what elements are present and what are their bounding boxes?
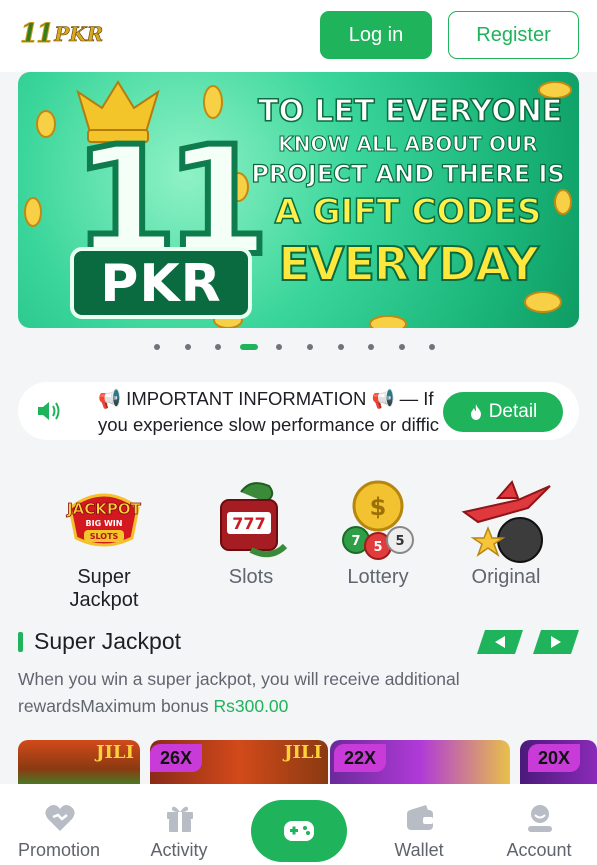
carousel-dot[interactable] [429,344,436,350]
category-label: Lottery [347,566,409,588]
nav-promotion[interactable]: Promotion [0,784,118,865]
carousel-dot[interactable] [184,344,191,350]
site-logo[interactable]: 11 PKR [19,18,104,50]
multiplier-badge: 22X [334,744,387,772]
nav-account[interactable]: Account [480,784,597,865]
detail-label: Detail [488,401,538,422]
nav-label: Activity [150,840,208,860]
multiplier-badge: 20X [528,744,581,772]
game-tile[interactable]: 26X JILI [150,740,328,788]
lottery-ball-3: 5 [395,534,404,549]
promotion-icon [45,805,75,831]
nav-label: Wallet [394,840,444,860]
carousel-dot[interactable] [368,344,375,350]
carousel-dot[interactable] [337,344,344,350]
carousel-dot[interactable] [154,344,160,350]
carousel-dot-active[interactable] [239,344,258,350]
logo-text: PKR [54,22,104,47]
wallet-icon [407,805,433,830]
nav-wallet[interactable]: Wallet [360,784,478,865]
flame-icon [470,404,481,420]
notice-bar: 📢 IMPORTANT INFORMATION 📢 — If you exper… [18,382,579,440]
carousel-dot[interactable] [215,344,222,350]
lottery-icon: $ 7 5 5 [342,480,414,560]
banner-headline-2: KNOW ALL ABOUT OUR [278,132,538,157]
top-header: 11 PKR Log in Register [0,0,597,72]
register-button[interactable]: Register [448,11,579,59]
category-label: Original [471,566,541,588]
jackpot-logo-bottom: SLOTS [90,532,119,541]
notice-text: 📢 IMPORTANT INFORMATION 📢 — If you exper… [98,388,440,435]
gamepad-icon [284,821,314,841]
speaker-icon [38,402,60,420]
jackpot-logo-mid: BIG WIN [86,519,123,528]
nav-label: Promotion [17,840,101,860]
banner-headline-4: A GIFT CODES [274,191,542,233]
category-label: Super Jackpot [69,566,139,611]
banner-headline-3: PROJECT AND THERE IS [251,159,566,188]
nav-label: Account [506,840,572,860]
account-icon [528,805,552,832]
slots-reel-text: 777 [232,514,265,533]
game-tile[interactable]: 22X [330,740,510,788]
lottery-ball-1: 7 [351,534,360,549]
multiplier-badge: 26X [150,744,203,772]
banner-headline-5: EVERYDAY [277,236,539,292]
category-label: Slots [228,566,274,588]
carousel-dots [0,342,597,352]
login-button[interactable]: Log in [320,11,432,59]
banner-headline-1: TO LET EVERYONE [257,93,563,130]
carousel-dot[interactable] [398,344,405,350]
logo-number: 11 [19,19,54,50]
detail-button[interactable]: Detail [443,392,563,432]
game-brand: JILI [283,742,322,763]
next-arrow-button[interactable] [533,630,579,654]
gift-icon [167,806,193,832]
jackpot-logo-top: JACKPOT [66,500,142,518]
carousel-dot[interactable] [276,344,283,350]
slots-icon: 777 [220,482,288,558]
promo-banner[interactable]: 11 PKR TO LET EVERYONE KNOW ALL ABOUT OU… [18,72,579,328]
prev-arrow-button[interactable] [477,630,523,654]
category-original[interactable]: Original [446,478,566,598]
section-title: Super Jackpot [34,628,182,654]
banner-badge-text: PKR [100,254,222,314]
game-tile[interactable]: JILI [18,740,140,788]
nav-activity[interactable]: Activity [120,784,238,865]
original-icon [461,480,551,563]
carousel-dot[interactable] [307,344,313,350]
category-slots[interactable]: 777 Slots [191,478,311,598]
nav-games-button[interactable] [251,800,347,862]
max-bonus-amount: Rs300.00 [213,696,289,716]
jackpot-icon: JACKPOT BIG WIN SLOTS [66,493,142,547]
section-accent-bar [18,632,23,652]
category-lottery[interactable]: $ 7 5 5 Lottery [318,478,438,598]
game-tile[interactable]: 20X [520,740,597,788]
svg-text:$: $ [370,493,387,521]
lottery-ball-2: 5 [373,540,382,555]
category-super-jackpot[interactable]: JACKPOT BIG WIN SLOTS Super Jackpot [44,478,164,611]
section-description: When you win a super jackpot, you will r… [18,666,518,720]
game-brand: JILI [95,742,134,763]
